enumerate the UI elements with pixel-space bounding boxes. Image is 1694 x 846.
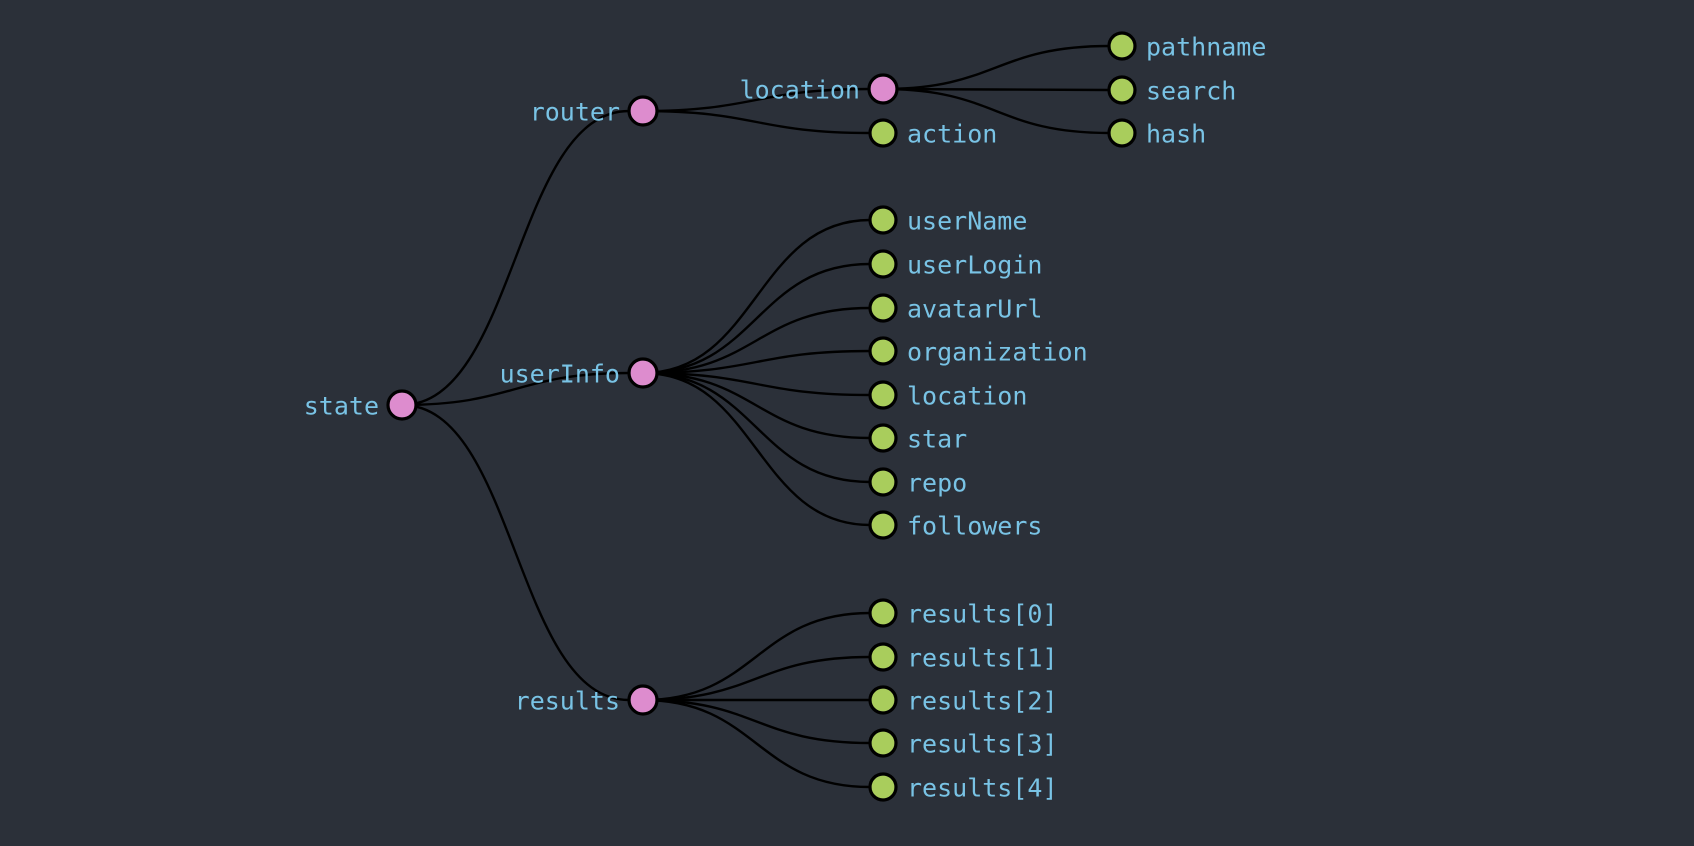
graph-node-avatarUrl[interactable] [868, 293, 898, 323]
graph-node-label-results3: results[3] [907, 730, 1058, 759]
graph-canvas: state router userInfo results location action… [0, 0, 1694, 846]
graph-node-label-userInfo: userInfo [500, 360, 620, 389]
graph-node-label-userLogin: userLogin [907, 251, 1042, 280]
graph-node-label-userName: userName [907, 207, 1027, 236]
graph-node-label-avatarUrl: avatarUrl [907, 295, 1042, 324]
graph-node-hash[interactable] [1107, 118, 1137, 148]
graph-node-label-search: search [1146, 77, 1236, 106]
graph-node-label-results2: results[2] [907, 687, 1058, 716]
graph-node-label-action: action [907, 120, 997, 149]
graph-node-pathname[interactable] [1107, 31, 1137, 61]
graph-node-label-repo: repo [907, 469, 967, 498]
graph-node-label-userLocation: location [907, 382, 1027, 411]
graph-node-organization[interactable] [868, 336, 898, 366]
graph-node-results0[interactable] [868, 598, 898, 628]
graph-node-action[interactable] [868, 118, 898, 148]
graph-node-userLogin[interactable] [868, 249, 898, 279]
graph-node-label-hash: hash [1146, 120, 1206, 149]
graph-node-label-state: state [304, 392, 379, 421]
graph-node-label-organization: organization [907, 338, 1088, 367]
graph-node-state[interactable] [386, 389, 418, 421]
graph-node-results4[interactable] [868, 772, 898, 802]
graph-background [0, 0, 1694, 846]
graph-node-repo[interactable] [868, 467, 898, 497]
graph-node-userName[interactable] [868, 205, 898, 235]
graph-node-results2[interactable] [868, 685, 898, 715]
graph-node-label-location: location [740, 76, 860, 105]
graph-node-label-results4: results[4] [907, 774, 1058, 803]
graph-node-location[interactable] [867, 73, 899, 105]
graph-node-userLocation[interactable] [868, 380, 898, 410]
graph-node-router[interactable] [627, 95, 659, 127]
graph-node-star[interactable] [868, 423, 898, 453]
graph-node-label-results: results [515, 687, 620, 716]
graph-node-results1[interactable] [868, 642, 898, 672]
graph-node-label-results0: results[0] [907, 600, 1058, 629]
graph-node-results[interactable] [627, 684, 659, 716]
graph-node-userInfo[interactable] [627, 357, 659, 389]
graph-node-results3[interactable] [868, 728, 898, 758]
graph-node-label-pathname: pathname [1146, 33, 1266, 62]
graph-node-followers[interactable] [868, 510, 898, 540]
state-tree-graph: state router userInfo results location action… [0, 0, 1694, 846]
graph-node-label-router: router [530, 98, 620, 127]
graph-node-label-results1: results[1] [907, 644, 1058, 673]
graph-node-label-star: star [907, 425, 967, 454]
graph-node-search[interactable] [1107, 75, 1137, 105]
graph-node-label-followers: followers [907, 512, 1042, 541]
